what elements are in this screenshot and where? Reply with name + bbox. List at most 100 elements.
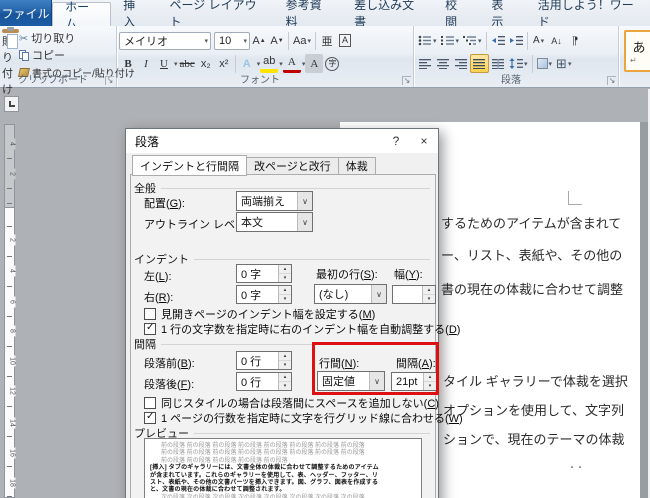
chevron-down-icon[interactable]: ∨ [371,285,386,303]
document-text-line: ・・ [568,462,584,473]
asian-layout-icon: A [533,35,540,46]
same-style-checkbox[interactable] [144,397,156,409]
line-spacing-combo[interactable]: 固定値 ∨ [317,371,385,391]
font-size-combo[interactable]: 10 ▾ [214,32,250,50]
tab-view[interactable]: 表示 [479,0,525,26]
tab-mailings[interactable]: 差し込み文書 [342,0,433,26]
style-gallery-item-normal[interactable]: あ ↵ [624,30,650,72]
distribute-icon [492,59,505,69]
boxed-a-icon: A [339,34,351,47]
spinner-up-icon[interactable]: ▴ [279,286,291,294]
ribbon-tab-bar: ファイル ホーム 挿入 ページ レイアウト 参考資料 差し込み文書 校閲 表示 … [0,0,650,26]
tab-line-and-page-breaks[interactable]: 改ページと改行 [247,157,339,175]
indent-right-spinner[interactable]: 0 字 ▴▾ [236,285,292,304]
spinner-up-icon[interactable]: ▴ [424,373,436,381]
alignment-value: 両端揃え [237,193,285,209]
paragraph-group: ▾ ▾ ▾ A▾ A↓ ¶ [414,26,619,87]
first-line-label: 最初の行(S): [316,266,378,282]
dialog-title-bar[interactable]: 段落 ? × [126,129,438,153]
ruler-number: 10 [6,356,16,367]
copy-icon [19,50,29,61]
ruby-button[interactable]: 亜 [318,31,336,50]
line-spacing-value: 固定値 [318,373,355,389]
spinner-down-icon[interactable]: ▾ [423,294,435,303]
tab-page-layout[interactable]: ページ レイアウト [158,0,274,26]
spinner-down-icon[interactable]: ▾ [279,381,291,390]
decrease-indent-button[interactable] [489,31,507,50]
show-marks-button[interactable]: ¶ [566,31,584,50]
scissors-icon: ✂ [19,32,28,45]
dialog-tab-strip: インデントと行間隔 改ページと改行 体裁 [132,155,376,175]
return-mark-icon: ↵ [626,56,637,65]
style-preview-char: あ [632,37,645,56]
paste-button[interactable]: 貼り付け ▾ [2,28,19,74]
space-after-spinner[interactable]: 0 行 ▴▾ [236,372,292,391]
spacing-section-heading: 間隔 [134,336,430,352]
paragraph-dialog: 段落 ? × インデントと行間隔 改ページと改行 体裁 全般 配置(G): 両端… [125,128,439,498]
increase-indent-button[interactable] [507,31,525,50]
tab-references[interactable]: 参考資料 [274,0,343,26]
spinner-down-icon[interactable]: ▾ [424,381,436,390]
asian-layout-button[interactable]: A▾ [530,31,548,50]
spinner-up-icon[interactable]: ▴ [279,265,291,273]
ribbon: 貼り付け ▾ ✂ 切り取り コピー 書式のコピー/貼り付け [0,26,650,88]
numbered-list-button[interactable]: ▾ [439,31,462,50]
multilevel-list-button[interactable]: ▾ [461,31,484,50]
spinner-up-icon[interactable]: ▴ [279,352,291,360]
auto-adjust-checkbox[interactable] [144,323,156,335]
tab-asian-typography[interactable]: 体裁 [339,157,376,175]
font-name-combo[interactable]: メイリオ ▾ [119,32,211,50]
space-before-spinner[interactable]: 0 行 ▴▾ [236,351,292,370]
clipboard-dialog-launcher-icon[interactable]: ↘ [105,76,114,85]
outline-level-combo[interactable]: 本文 ∨ [236,212,313,232]
snap-to-grid-label: 1 ページの行数を指定時に文字を行グリッド線に合わせる(W) [161,410,463,426]
spacing-at-spinner[interactable]: 21pt ▴▾ [391,372,437,391]
text-boundary-corner-mark [568,191,582,205]
tab-review[interactable]: 校閲 [433,0,479,26]
sort-button[interactable]: A↓ [548,31,566,50]
first-line-combo[interactable]: (なし) ∨ [314,284,387,304]
paragraph-dialog-launcher-icon[interactable]: ↘ [607,76,616,85]
enclose-line-button[interactable]: A [336,31,354,50]
tab-file[interactable]: ファイル [0,0,52,26]
spinner-up-icon[interactable]: ▴ [423,286,435,294]
tab-indents-and-spacing[interactable]: インデントと行間隔 [132,155,247,176]
ruler-number: 14 [6,418,16,429]
alignment-combo[interactable]: 両端揃え ∨ [236,191,313,211]
sort-icon: A↓ [551,36,562,46]
spinner-down-icon[interactable]: ▾ [279,273,291,282]
help-button[interactable]: ? [382,131,410,151]
vertical-ruler-margin[interactable]: 4 2 [4,124,15,208]
font-dialog-launcher-icon[interactable]: ↘ [402,76,411,85]
indent-left-spinner[interactable]: 0 字 ▴▾ [236,264,292,283]
spinner-down-icon[interactable]: ▾ [279,360,291,369]
ruler-number: 6 [6,297,16,308]
grow-font-button[interactable]: A▲ [250,31,268,50]
auto-adjust-checkbox-row: 1 行の文字数を指定時に右のインデント幅を自動調整する(D) [144,321,460,337]
shrink-font-button[interactable]: A▼ [268,31,286,50]
tab-stop-selector[interactable] [4,96,19,112]
change-case-button[interactable]: Aa▾ [291,31,313,50]
snap-to-grid-checkbox[interactable] [144,412,156,424]
snap-to-grid-checkbox-row: 1 ページの行数を指定時に文字を行グリッド線に合わせる(W) [144,410,463,426]
preview-body-line: が含まれています。これらのギャラリーを使用して、表、ヘッダー、フッター、リ [150,473,416,480]
bullet-list-button[interactable]: ▾ [416,31,439,50]
spinner-up-icon[interactable]: ▴ [279,373,291,381]
tab-home[interactable]: ホーム [52,2,111,26]
vertical-ruler[interactable]: 2 4 6 8 10 12 14 16 18 [4,207,15,498]
mirror-indents-checkbox[interactable] [144,308,156,320]
left-tab-icon [9,101,15,107]
space-after-value: 0 行 [237,373,278,390]
first-line-width-spinner[interactable]: ▴▾ [392,285,436,304]
font-group-label: フォント [117,71,403,86]
close-icon[interactable]: × [410,131,438,151]
chevron-down-icon[interactable]: ∨ [297,192,312,210]
chevron-down-icon[interactable]: ∨ [369,372,384,390]
alignment-label: 配置(G): [144,195,185,211]
spinner-down-icon[interactable]: ▾ [279,294,291,303]
chevron-down-icon[interactable]: ∨ [297,213,312,231]
same-style-checkbox-row: 同じスタイルの場合は段落間にスペースを追加しない(C) [144,395,439,411]
tab-insert[interactable]: 挿入 [111,0,157,26]
first-line-width-value [393,286,422,303]
tab-custom-word[interactable]: 活用しよう！ワード [526,0,650,26]
